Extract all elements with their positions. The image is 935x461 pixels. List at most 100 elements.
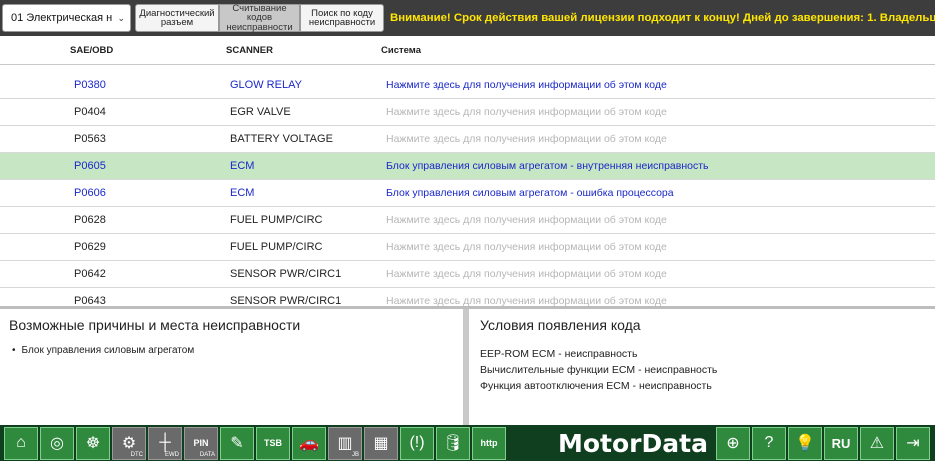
scanner-cell[interactable]: EGR VALVE <box>230 106 291 118</box>
lightbulb-icon: 💡 <box>794 435 815 452</box>
bottom-toolbar: ⌂ ◎ ☸ ⚙ DTC ┼ EWD PIN DATA ✎ TSB 🚗 ▥ JB ▦ (!) 🛢 http Motor… <box>0 425 935 461</box>
tab-code-search[interactable]: Поиск по коду неисправности <box>300 4 384 32</box>
header-scanner[interactable]: SCANNER <box>226 45 273 56</box>
description-cell[interactable]: Блок управления силовым агрегатом - ошиб… <box>386 187 674 199</box>
button-caption: JB <box>351 451 359 458</box>
oil-can-icon: 🛢 <box>442 435 464 452</box>
tab-read-codes[interactable]: Считывание кодов неисправности <box>219 4 300 32</box>
warning-icon: ⚠ <box>869 435 885 452</box>
home-button[interactable]: ⌂ <box>4 426 38 460</box>
scanner-cell[interactable]: ECM <box>230 160 254 172</box>
table-row[interactable]: P0563 BATTERY VOLTAGE Нажмите здесь для по… <box>0 126 935 153</box>
license-warning: Внимание! Срок действия вашей лицензии п… <box>390 12 935 24</box>
pin-data-button[interactable]: PIN DATA <box>184 426 218 460</box>
table-row[interactable]: P0643 SENSOR PWR/CIRC1 Нажмите здесь для п… <box>0 288 935 306</box>
pin-data-icon: PIN <box>193 438 209 448</box>
causes-pane: Возможные причины и места неисправности … <box>0 309 463 425</box>
language-button[interactable]: RU <box>823 426 858 460</box>
warning-button[interactable]: ⚠ <box>859 426 894 460</box>
description-cell[interactable]: Нажмите здесь для получения информации о… <box>386 214 667 226</box>
brake-button[interactable]: (!) <box>400 426 434 460</box>
description-cell[interactable]: Блок управления силовым агрегатом - внут… <box>386 160 709 172</box>
help-book-button[interactable]: ? <box>751 426 786 460</box>
table-row[interactable]: P0642 SENSOR PWR/CIRC1 Нажмите здесь для п… <box>0 261 935 288</box>
language-icon: RU <box>831 435 851 451</box>
procedure-button[interactable]: ✎ <box>220 426 254 460</box>
top-bar: 01 Электрическая н ⌄ Диагностический раз… <box>0 0 935 36</box>
conditions-title: Условия появления кода <box>480 317 641 333</box>
web-button[interactable]: http <box>472 426 506 460</box>
dtc-icon: ⚙ <box>121 435 137 452</box>
fuse-box-icon: ▦ <box>373 435 389 452</box>
jb-button[interactable]: ▥ JB <box>328 426 362 460</box>
table-header: SAE/OBD SCANNER Система <box>0 36 935 64</box>
description-cell[interactable]: Нажмите здесь для получения информации о… <box>386 133 667 145</box>
header-code[interactable]: SAE/OBD <box>70 45 113 56</box>
description-cell[interactable]: Нажмите здесь для получения информации о… <box>386 79 667 91</box>
description-cell[interactable]: Нажмите здесь для получения информации о… <box>386 241 667 253</box>
scanner-cell[interactable]: FUEL PUMP/CIRC <box>230 214 323 226</box>
cause-item: Блок управления силовым агрегатом <box>12 345 454 356</box>
causes-title: Возможные причины и места неисправности <box>9 317 301 333</box>
code-cell[interactable]: P0605 <box>74 160 106 172</box>
network-icon: ⊕ <box>726 435 740 452</box>
scanner-cell[interactable]: BATTERY VOLTAGE <box>230 133 333 145</box>
table-row[interactable]: P0605 ECM Блок управления силовым агрегато… <box>0 153 935 180</box>
code-cell[interactable]: P0629 <box>74 241 106 253</box>
network-button[interactable]: ⊕ <box>715 426 750 460</box>
button-caption: EWD <box>165 451 179 458</box>
mode-tabs: Диагностический разъем Считывание кодов … <box>135 4 384 32</box>
brand-logo: MotorData <box>558 428 708 458</box>
description-cell[interactable]: Нажмите здесь для получения информации о… <box>386 106 667 118</box>
tab-diagnostic-connector[interactable]: Диагностический разъем <box>135 4 219 32</box>
oil-can-button[interactable]: 🛢 <box>436 426 470 460</box>
dtc-button[interactable]: ⚙ DTC <box>112 426 146 460</box>
code-cell[interactable]: P0628 <box>74 214 106 226</box>
exit-button[interactable]: ⇥ <box>895 426 930 460</box>
code-cell[interactable]: P0643 <box>74 295 106 306</box>
description-cell[interactable]: Нажмите здесь для получения информации о… <box>386 295 667 306</box>
vehicle-select-button[interactable]: ◎ <box>40 426 74 460</box>
scanner-cell[interactable]: SENSOR PWR/CIRC1 <box>230 268 341 280</box>
vehicle-select-icon: ◎ <box>50 435 64 452</box>
help-book-icon: ? <box>764 434 774 451</box>
home-icon: ⌂ <box>16 434 26 451</box>
scanner-cell[interactable]: SENSOR PWR/CIRC1 <box>230 295 341 306</box>
table-row[interactable]: P0629 FUEL PUMP/CIRC Нажмите здесь для пол… <box>0 234 935 261</box>
button-caption: DATA <box>199 451 215 458</box>
code-table[interactable]: P0380 GLOW RELAY Нажмите здесь для получен… <box>0 72 935 306</box>
condition-line: Функция автоотключения ECM - неисправнос… <box>480 380 712 392</box>
table-row[interactable]: P0606 ECM Блок управления силовым агрегато… <box>0 180 935 207</box>
scanner-cell[interactable]: ECM <box>230 187 254 199</box>
fuse-box-button[interactable]: ▦ <box>364 426 398 460</box>
description-cell[interactable]: Нажмите здесь для получения информации о… <box>386 268 667 280</box>
brake-icon: (!) <box>409 434 425 451</box>
table-row[interactable]: P0404 EGR VALVE Нажмите здесь для получени… <box>0 99 935 126</box>
code-cell[interactable]: P0404 <box>74 106 106 118</box>
ewd-button[interactable]: ┼ EWD <box>148 426 182 460</box>
code-cell[interactable]: P0606 <box>74 187 106 199</box>
car-service-button[interactable]: 🚗 <box>292 426 326 460</box>
system-select[interactable]: 01 Электрическая н ⌄ <box>2 4 131 32</box>
web-icon: http <box>480 438 498 448</box>
table-row[interactable]: P0380 GLOW RELAY Нажмите здесь для получен… <box>0 72 935 99</box>
procedure-icon: ✎ <box>230 435 244 452</box>
tsb-button[interactable]: TSB <box>256 426 290 460</box>
jb-icon: ▥ <box>337 435 353 452</box>
scanner-cell[interactable]: GLOW RELAY <box>230 79 302 91</box>
header-system[interactable]: Система <box>381 45 421 56</box>
steering-wheel-icon: ☸ <box>85 435 101 452</box>
ewd-icon: ┼ <box>159 434 171 451</box>
code-cell[interactable]: P0642 <box>74 268 106 280</box>
system-select-value: 01 Электрическая н <box>11 12 113 24</box>
scanner-cell[interactable]: FUEL PUMP/CIRC <box>230 241 323 253</box>
table-row[interactable]: P0628 FUEL PUMP/CIRC Нажмите здесь для пол… <box>0 207 935 234</box>
code-cell[interactable]: P0563 <box>74 133 106 145</box>
tsb-icon: TSB <box>264 438 282 448</box>
steering-wheel-button[interactable]: ☸ <box>76 426 110 460</box>
lightbulb-button[interactable]: 💡 <box>787 426 822 460</box>
code-cell[interactable]: P0380 <box>74 79 106 91</box>
conditions-pane: Условия появления кода EEP-ROM ECM - неи… <box>469 309 935 425</box>
chevron-down-icon: ⌄ <box>117 12 125 23</box>
car-service-icon: 🚗 <box>299 435 319 452</box>
